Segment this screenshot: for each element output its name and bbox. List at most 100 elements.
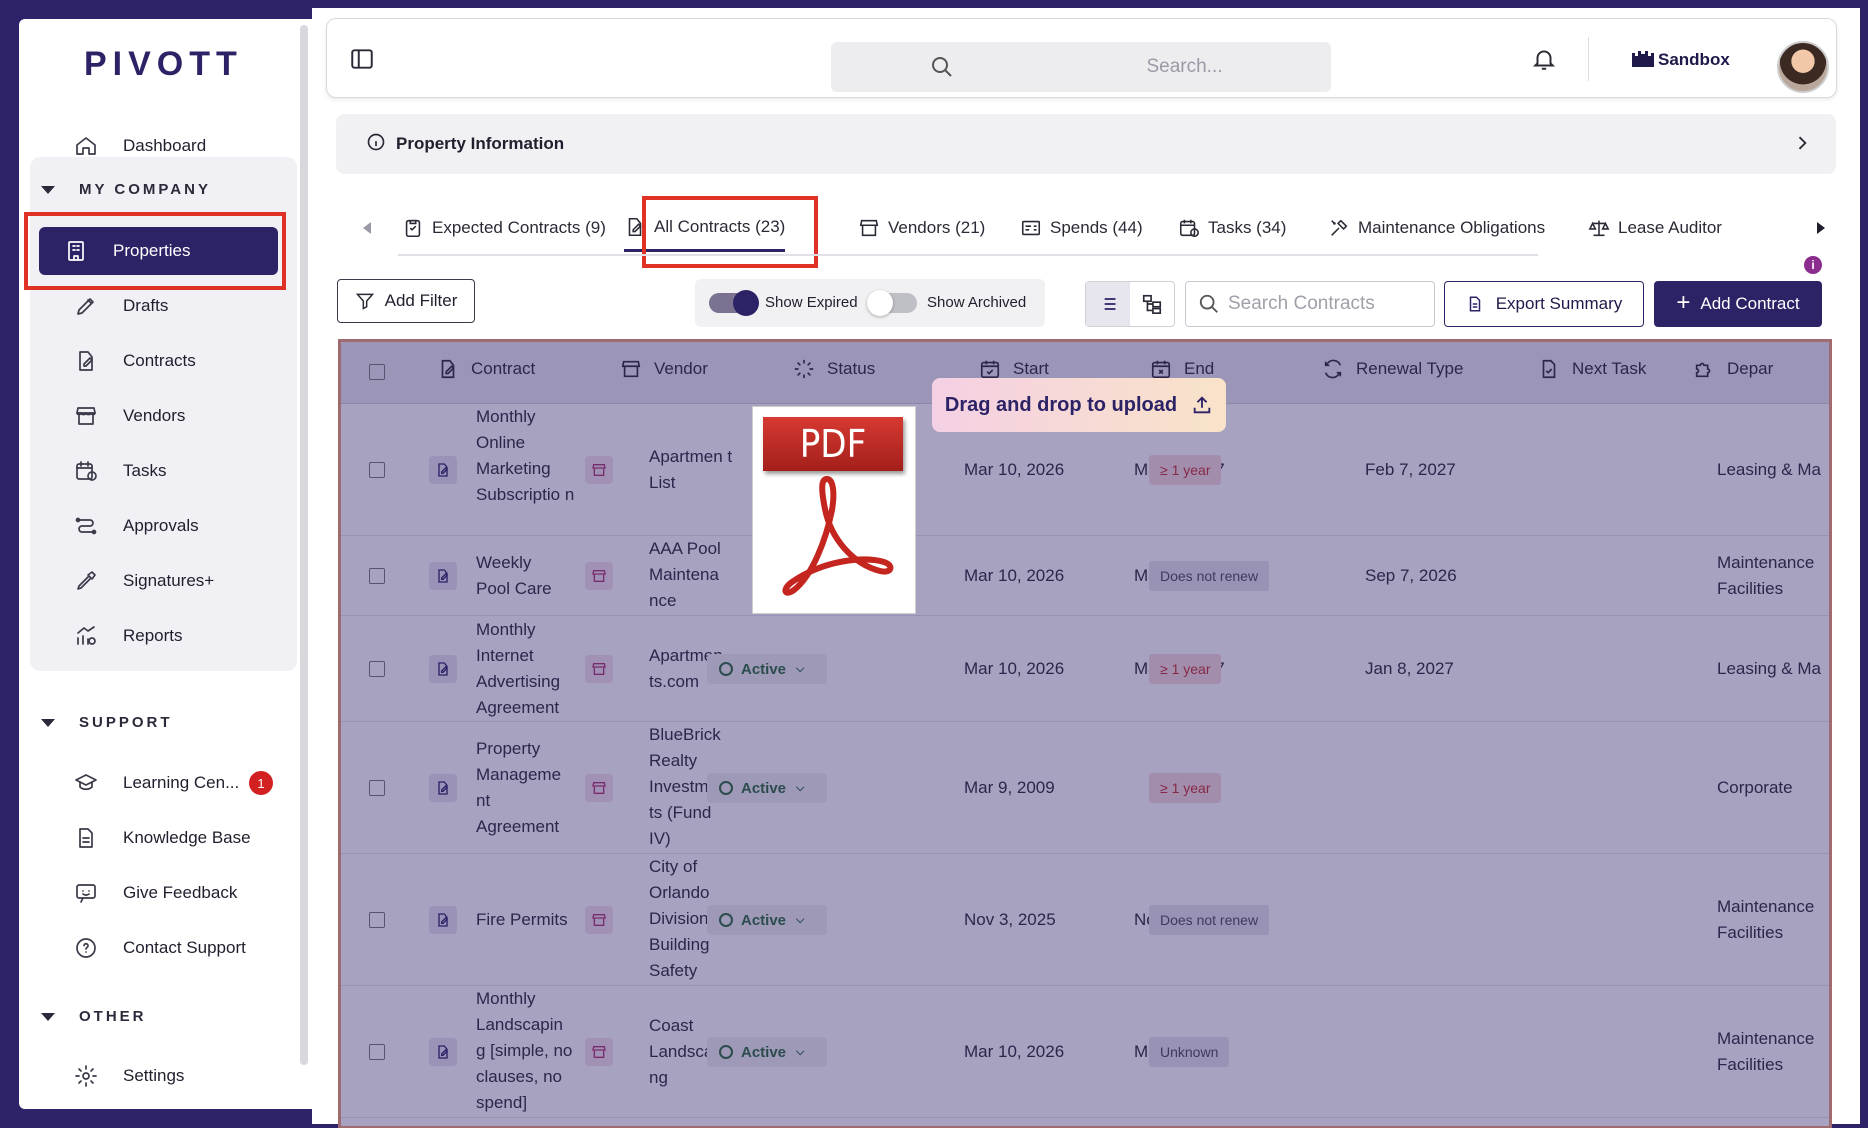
sidebar-item-learning-center[interactable]: Learning Cen... 1: [49, 759, 299, 807]
pdf-label: PDF: [763, 417, 903, 471]
sidebar-item-contracts[interactable]: Contracts: [49, 337, 299, 385]
department: Corporate: [1717, 778, 1793, 797]
sidebar-item-approvals[interactable]: Approvals: [49, 502, 299, 550]
column-start[interactable]: Start: [979, 358, 1049, 380]
renewal-badge: Unknown: [1149, 1037, 1230, 1067]
chevron-down-icon: ⌵: [796, 662, 805, 675]
calendar-x-icon: [1151, 360, 1171, 379]
property-information-bar[interactable]: Property Information: [336, 114, 1836, 174]
bell-icon[interactable]: [1531, 46, 1557, 77]
main-panel: Search... Sandbox Property Information E…: [312, 8, 1860, 1128]
table-row[interactable]: Weekly Pool Care AAA Pool Maintena nce M…: [341, 536, 1829, 616]
column-vendor[interactable]: Vendor: [620, 358, 708, 380]
tab-spends[interactable]: Spends (44): [1020, 204, 1143, 252]
contract-name[interactable]: Monthly Internet Advertising Agreement: [476, 617, 576, 721]
store-icon: [71, 401, 101, 431]
contract-name[interactable]: Property Manageme nt Agreement: [476, 736, 576, 840]
column-department[interactable]: Depar: [1693, 358, 1773, 380]
column-renewal-type[interactable]: Renewal Type: [1322, 358, 1463, 380]
global-search-input[interactable]: Search...: [831, 42, 1331, 92]
section-support[interactable]: SUPPORT: [41, 714, 173, 731]
renewal-badge: ≥ 1 year: [1149, 455, 1222, 485]
row-checkbox[interactable]: [369, 568, 385, 584]
tab-maintenance-obligations[interactable]: Maintenance Obligations: [1328, 204, 1545, 252]
tab-tasks[interactable]: Tasks (34): [1178, 204, 1286, 252]
add-contract-button[interactable]: + Add Contract: [1654, 281, 1822, 327]
user-avatar[interactable]: [1777, 41, 1829, 93]
sidebar-item-reports[interactable]: Reports: [49, 612, 299, 660]
column-status[interactable]: Status: [793, 358, 875, 380]
sidebar-item-give-feedback[interactable]: Give Feedback: [49, 869, 299, 917]
sidebar-item-settings[interactable]: Settings: [49, 1052, 299, 1100]
sidebar-item-drafts[interactable]: Drafts: [49, 282, 299, 330]
row-checkbox[interactable]: [369, 1044, 385, 1060]
tree-view-icon[interactable]: [1130, 282, 1174, 326]
start-date: Mar 10, 2026: [964, 566, 1065, 585]
status-dropdown[interactable]: Active ⌵: [707, 1037, 827, 1067]
row-checkbox[interactable]: [369, 462, 385, 478]
vendor-name[interactable]: Apartmen t List: [649, 444, 734, 496]
scales-icon: [1588, 220, 1610, 237]
status-dropdown[interactable]: Active ⌵: [707, 905, 827, 935]
sidebar-item-tasks[interactable]: Tasks: [49, 447, 299, 495]
show-archived-toggle[interactable]: [867, 290, 917, 316]
top-bar: Search... Sandbox: [326, 18, 1837, 98]
chevron-right-icon[interactable]: [1792, 132, 1812, 159]
row-checkbox[interactable]: [369, 912, 385, 928]
info-dot-icon[interactable]: i: [1804, 256, 1822, 274]
export-summary-button[interactable]: Export Summary: [1444, 281, 1644, 327]
graduation-cap-icon: [71, 768, 101, 798]
status-dropdown[interactable]: Active ⌵: [707, 654, 827, 684]
column-end[interactable]: End: [1150, 358, 1214, 380]
table-row[interactable]: Property Manageme nt Agreement BlueBrick…: [341, 722, 1829, 854]
section-my-company[interactable]: MY COMPANY: [41, 181, 211, 198]
sidebar-item-vendors[interactable]: Vendors: [49, 392, 299, 440]
tabs-scroll-left-icon[interactable]: [360, 220, 374, 241]
status-dropdown[interactable]: Active ⌵: [707, 773, 827, 803]
section-other[interactable]: OTHER: [41, 1008, 147, 1025]
column-contract[interactable]: Contract: [437, 358, 535, 380]
sidebar-scrollbar[interactable]: [300, 25, 308, 1065]
contract-doc-icon: [429, 1038, 457, 1066]
vendor-name[interactable]: AAA Pool Maintena nce: [649, 536, 734, 614]
tab-expected-contracts[interactable]: Expected Contracts (9): [402, 204, 606, 252]
vendor-store-icon: [585, 774, 613, 802]
list-view-icon[interactable]: [1086, 282, 1130, 326]
search-contracts-input[interactable]: Search Contracts: [1185, 281, 1435, 327]
select-all-checkbox[interactable]: [369, 364, 385, 380]
contract-name[interactable]: Fire Permits: [476, 907, 586, 933]
calendar-clock-icon: [71, 456, 101, 486]
sidebar-item-signatures[interactable]: Signatures+: [49, 557, 299, 605]
dragged-pdf-file[interactable]: PDF: [752, 406, 916, 614]
info-icon: [366, 132, 386, 157]
table-row[interactable]: Fire Permits City of Orlando Division of…: [341, 854, 1829, 986]
chart-growth-icon: [71, 621, 101, 651]
contract-name[interactable]: Weekly Pool Care: [476, 550, 566, 602]
tab-vendors[interactable]: Vendors (21): [858, 204, 985, 252]
contracts-table: Contract Vendor Status Start End Renewal…: [338, 339, 1832, 1128]
row-checkbox[interactable]: [369, 661, 385, 677]
check-circle-icon: [719, 913, 733, 927]
contract-name[interactable]: Monthly Online Marketing Subscriptio n: [476, 404, 576, 508]
tab-lease-auditor[interactable]: Lease Auditor: [1588, 204, 1722, 252]
loader-icon: [794, 359, 814, 379]
row-checkbox[interactable]: [369, 780, 385, 796]
search-icon: [1199, 294, 1218, 313]
sidebar-item-knowledge-base[interactable]: Knowledge Base: [49, 814, 299, 862]
workspace-selector[interactable]: Sandbox: [1630, 45, 1730, 74]
sidebar-toggle-icon[interactable]: [349, 46, 375, 77]
sidebar: PIVOTT Dashboard MY COMPANY Properties D…: [19, 19, 312, 1109]
tabs-scroll-right-icon[interactable]: [1814, 220, 1828, 241]
table-row[interactable]: Monthly Internet Advertising Agreement A…: [341, 616, 1829, 722]
contract-name[interactable]: Monthly Landscapin g [simple, no clauses…: [476, 986, 576, 1116]
add-filter-button[interactable]: Add Filter: [337, 279, 475, 323]
renewal-badge: ≥ 1 year: [1149, 654, 1222, 684]
sidebar-item-contact-support[interactable]: Contact Support: [49, 924, 299, 972]
vendor-store-icon: [585, 562, 613, 590]
column-next-task[interactable]: Next Task: [1538, 358, 1646, 380]
table-row[interactable]: Monthly Landscapin g [simple, no clauses…: [341, 986, 1829, 1118]
chevron-down-icon: ⌵: [796, 913, 805, 926]
show-expired-toggle[interactable]: [709, 290, 759, 316]
signature-pen-icon: [71, 566, 101, 596]
filter-icon: [355, 293, 374, 310]
